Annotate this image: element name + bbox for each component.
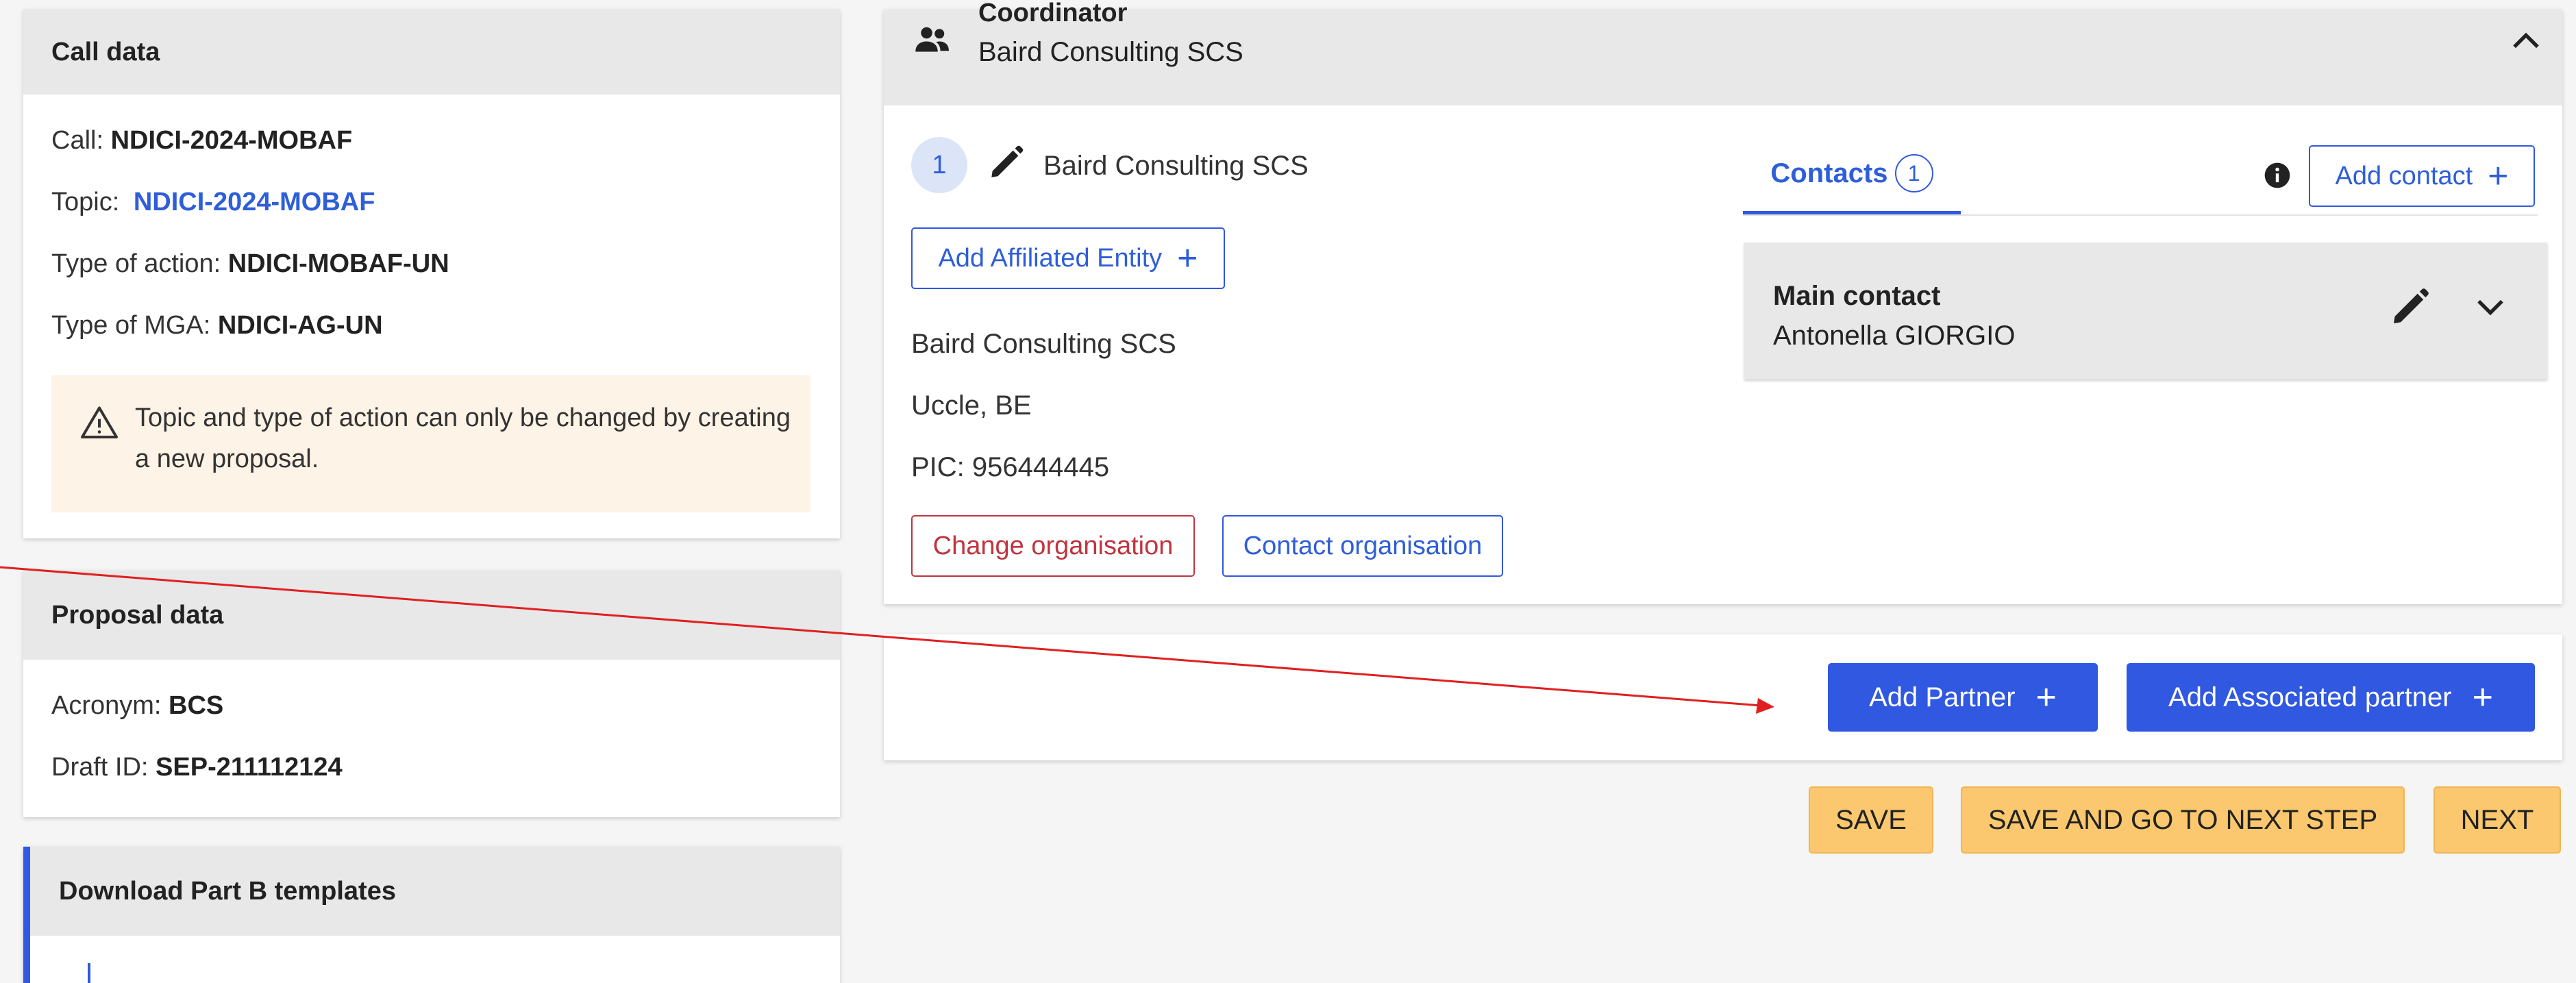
contact-organisation-label: Contact organisation: [1243, 531, 1483, 560]
add-associated-partner-label: Add Associated partner: [2168, 682, 2452, 712]
plus-icon: +: [2472, 677, 2493, 717]
tab-divider: [1743, 214, 2538, 216]
main-contact-name: Antonella GIORGIO: [1773, 321, 2016, 351]
download-templates-card: Download Part B templates: [23, 847, 840, 983]
people-icon: [915, 27, 949, 52]
type-of-mga-label: Type of MGA:: [51, 311, 211, 340]
plus-icon: +: [1177, 238, 1198, 278]
contacts-count-badge: 1: [1894, 154, 1933, 192]
contact-organisation-button[interactable]: Contact organisation: [1222, 515, 1503, 577]
plus-icon: +: [2488, 156, 2509, 196]
partners-card: Add Partner + Add Associated partner +: [884, 634, 2562, 760]
chevron-down-icon[interactable]: [2470, 286, 2510, 326]
proposal-data-card: Proposal data Acronym: BCS Draft ID: SEP…: [23, 571, 840, 817]
next-button[interactable]: NEXT: [2433, 786, 2561, 854]
acronym-value: BCS: [169, 691, 224, 720]
coordinator-header[interactable]: Coordinator Baird Consulting SCS: [884, 0, 2562, 105]
download-templates-title: Download Part B templates: [30, 847, 840, 936]
draft-id-value: SEP-211112124: [156, 753, 343, 782]
add-affiliated-entity-button[interactable]: Add Affiliated Entity +: [911, 227, 1225, 289]
warning-box: Topic and type of action can only be cha…: [51, 375, 810, 512]
list-indicator: [88, 963, 90, 983]
add-contact-button[interactable]: Add contact +: [2309, 145, 2535, 207]
plus-icon: +: [2035, 677, 2057, 717]
save-button[interactable]: SAVE: [1809, 786, 1933, 854]
type-of-action-row: Type of action: NDICI-MOBAF-UN: [51, 249, 449, 279]
chevron-up-icon[interactable]: [2506, 22, 2546, 62]
change-organisation-button[interactable]: Change organisation: [911, 515, 1195, 577]
coordinator-number-badge: 1: [911, 137, 967, 193]
add-associated-partner-button[interactable]: Add Associated partner +: [2127, 663, 2535, 732]
pencil-icon[interactable]: [2388, 285, 2432, 329]
topic-label: Topic:: [51, 188, 120, 216]
org-location: Uccle, BE: [911, 390, 1032, 421]
coordinator-title: Coordinator: [978, 0, 1128, 27]
org-pic: PIC: 956444445: [911, 452, 1110, 482]
coordinator-subtitle: Baird Consulting SCS: [978, 37, 1243, 67]
type-of-mga-row: Type of MGA: NDICI-AG-UN: [51, 311, 383, 340]
type-of-action-label: Type of action:: [51, 249, 221, 278]
add-partner-button[interactable]: Add Partner +: [1828, 663, 2098, 732]
org-legal-name: Baird Consulting SCS: [911, 329, 1176, 359]
acronym-row: Acronym: BCS: [51, 691, 223, 721]
call-data-card: Call data Call: NDICI-2024-MOBAF Topic: …: [23, 10, 840, 538]
call-row: Call: NDICI-2024-MOBAF: [51, 126, 352, 155]
coordinator-org-name: Baird Consulting SCS: [1043, 151, 1309, 181]
acronym-label: Acronym:: [51, 691, 162, 720]
add-affiliated-entity-label: Add Affiliated Entity: [938, 243, 1163, 273]
call-data-title: Call data: [23, 10, 840, 95]
add-partner-label: Add Partner: [1869, 682, 2016, 712]
pencil-icon[interactable]: [987, 142, 1026, 182]
add-contact-label: Add contact: [2335, 161, 2473, 190]
type-of-mga-value: NDICI-AG-UN: [217, 311, 383, 340]
main-contact-title: Main contact: [1773, 281, 1941, 311]
topic-link[interactable]: NDICI-2024-MOBAF: [134, 188, 375, 216]
type-of-action-value: NDICI-MOBAF-UN: [227, 249, 449, 278]
coordinator-card: Coordinator Baird Consulting SCS 1 Baird…: [884, 0, 2562, 604]
call-value: NDICI-2024-MOBAF: [110, 126, 353, 155]
draft-id-row: Draft ID: SEP-211112124: [51, 753, 343, 782]
info-icon[interactable]: [2262, 160, 2292, 190]
tab-contacts-label: Contacts: [1770, 158, 1888, 188]
call-label: Call:: [51, 126, 104, 155]
save-and-next-button[interactable]: SAVE AND GO TO NEXT STEP: [1961, 786, 2405, 854]
proposal-data-title: Proposal data: [23, 571, 840, 660]
change-organisation-label: Change organisation: [932, 531, 1174, 560]
main-contact-panel[interactable]: Main contact Antonella GIORGIO: [1744, 242, 2547, 379]
warning-icon: [81, 406, 118, 438]
tab-contacts[interactable]: Contacts 1: [1743, 136, 1961, 215]
warning-text: Topic and type of action can only be cha…: [135, 403, 791, 473]
draft-id-label: Draft ID:: [51, 753, 149, 782]
topic-row: Topic: NDICI-2024-MOBAF: [51, 188, 375, 217]
